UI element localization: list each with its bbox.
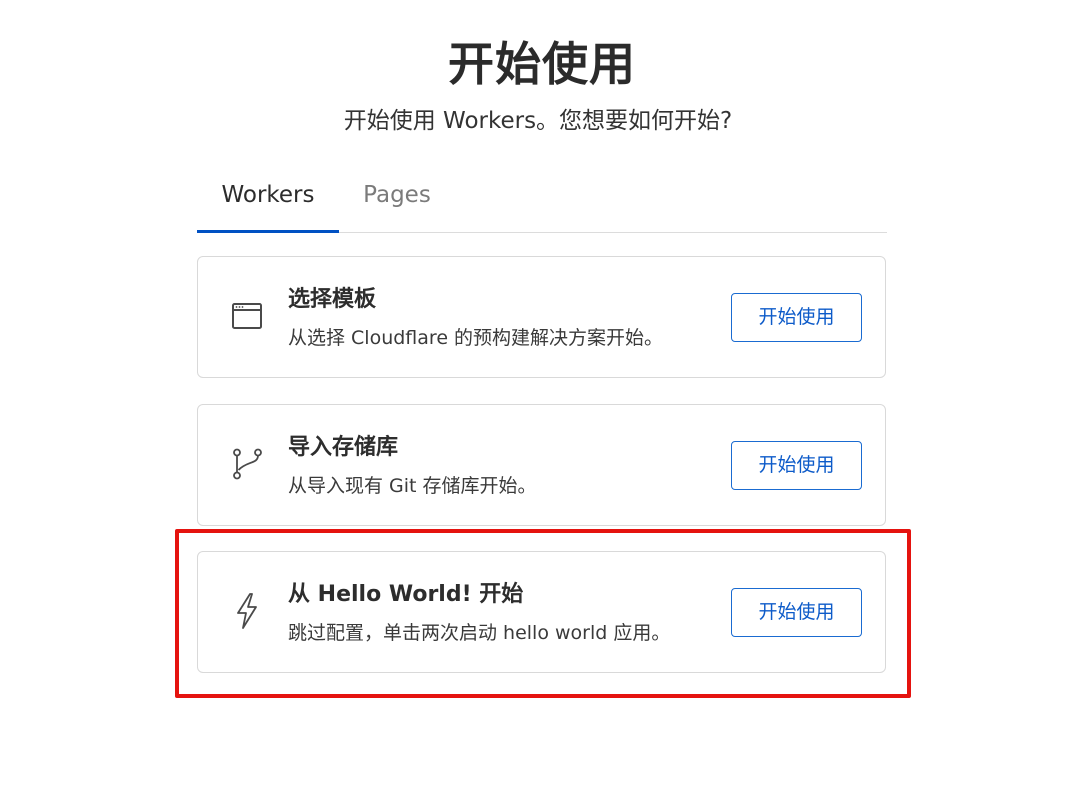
page-subtitle: 开始使用 Workers。您想要如何开始? <box>343 108 733 134</box>
tab-pages[interactable]: Pages <box>349 170 445 232</box>
tab-workers[interactable]: Workers <box>197 170 339 233</box>
template-start-button[interactable]: 开始使用 <box>731 293 862 342</box>
hello-world-card: 从 Hello World! 开始 跳过配置，单击两次启动 hello worl… <box>197 551 886 673</box>
card-description: 跳过配置，单击两次启动 hello world 应用。 <box>288 622 671 644</box>
browser-window-icon <box>230 299 264 333</box>
card-description: 从导入现有 Git 存储库开始。 <box>288 475 537 497</box>
import-repo-card: 导入存储库 从导入现有 Git 存储库开始。 开始使用 <box>197 404 886 526</box>
card-description: 从选择 Cloudflare 的预构建解决方案开始。 <box>288 327 664 349</box>
lightning-bolt-icon <box>230 593 264 629</box>
import-repo-start-button[interactable]: 开始使用 <box>731 441 862 490</box>
hello-world-start-button[interactable]: 开始使用 <box>731 588 862 637</box>
page-title: 开始使用 <box>448 37 636 91</box>
template-card: 选择模板 从选择 Cloudflare 的预构建解决方案开始。 开始使用 <box>197 256 886 378</box>
git-branch-icon <box>230 447 264 481</box>
card-title: 导入存储库 <box>288 435 399 460</box>
card-title: 从 Hello World! 开始 <box>288 582 524 607</box>
card-title: 选择模板 <box>288 287 377 312</box>
tab-bar: Workers Pages <box>197 170 887 233</box>
